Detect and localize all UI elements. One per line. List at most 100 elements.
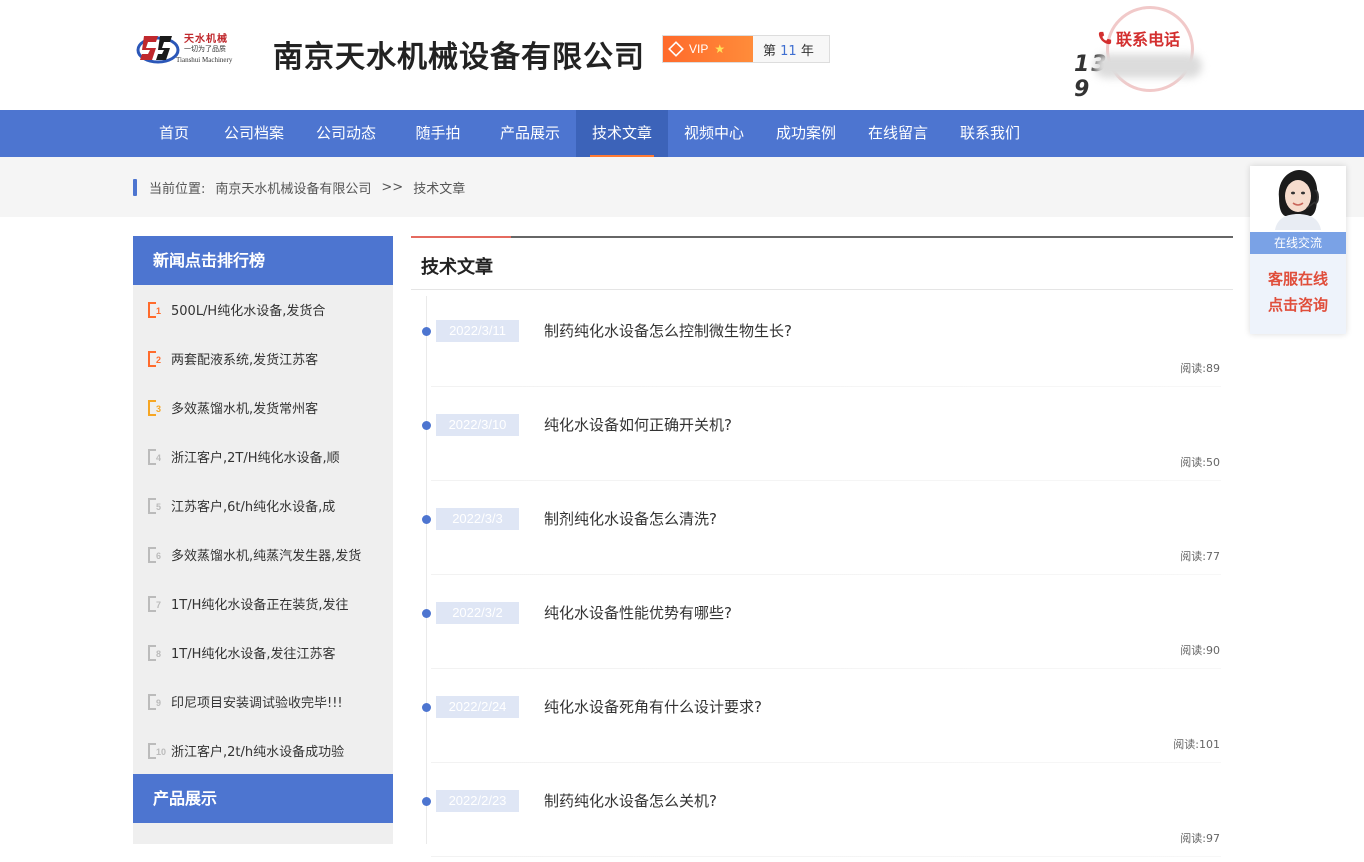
contact-phone-block: 联系电话 13 9: [1074, 6, 1224, 102]
rank-number: 9: [156, 697, 162, 708]
rank-bracket-icon: [148, 301, 156, 318]
article-date: 2022/3/11: [436, 320, 519, 342]
logo-chinese-text: 天水机械: [184, 34, 228, 45]
diamond-icon: [668, 41, 684, 57]
article-list-title: 技术文章: [421, 257, 493, 278]
rank-number: 3: [156, 403, 162, 414]
nav-item-snapshots[interactable]: 随手拍: [392, 110, 484, 157]
vip-years-number: 11: [780, 43, 797, 59]
rank-number-badge: 3: [148, 399, 168, 416]
service-cta-line1: 客服在线: [1267, 270, 1328, 288]
breadcrumb-separator: >>: [381, 179, 404, 195]
nav-item-video-center[interactable]: 视频中心: [668, 110, 760, 157]
nav-item-products[interactable]: 产品展示: [484, 110, 576, 157]
service-consult-button[interactable]: 客服在线 点击咨询: [1250, 254, 1346, 334]
rank-number: 4: [156, 452, 162, 463]
timeline-dot: [422, 703, 431, 712]
rank-number: 8: [156, 648, 162, 659]
nav-item-contact-us[interactable]: 联系我们: [944, 110, 1036, 157]
read-count-value: 50: [1206, 456, 1220, 469]
company-logo[interactable]: 天水机械 一切为了品质 Tianshui Machinery: [136, 26, 246, 70]
timeline-dot: [422, 797, 431, 806]
article-divider: [431, 668, 1221, 669]
timeline-dot: [422, 515, 431, 524]
rank-bracket-icon: [148, 693, 156, 710]
service-label: 在线交流: [1250, 232, 1346, 254]
company-name: 南京天水机械设备有限公司: [273, 40, 645, 75]
article-read-count: 阅读:101: [1173, 736, 1220, 752]
article-date: 2022/3/3: [436, 508, 519, 530]
phone-icon: [1098, 31, 1112, 45]
rank-number-badge: 2: [148, 350, 168, 367]
rank-item[interactable]: 6 多效蒸馏水机,纯蒸汽发生器,发货: [133, 530, 393, 579]
article-read-count: 阅读:77: [1180, 548, 1220, 564]
vip-badge: VIP ★ 第 11 年: [662, 35, 830, 63]
rank-number-badge: 7: [148, 595, 168, 612]
rank-bracket-icon: [148, 742, 156, 759]
news-rank-list: 1 500L/H纯化水设备,发货合 2 两套配液系统,发货江苏客 3 多效蒸馏水机,发货常…: [133, 285, 393, 775]
breadcrumb: 当前位置: 南京天水机械设备有限公司 >> 技术文章: [133, 178, 475, 197]
article-title-link[interactable]: 纯化水设备如何正确开关机?: [544, 414, 732, 435]
article-date: 2022/3/10: [436, 414, 519, 436]
vip-years: 第 11 年: [753, 40, 814, 59]
rank-number-badge: 6: [148, 546, 168, 563]
rank-item-title: 1T/H纯化水设备,发往江苏客: [171, 647, 336, 662]
read-count-value: 90: [1206, 644, 1220, 657]
read-count-label: 阅读:: [1173, 738, 1199, 751]
rank-bracket-icon: [148, 350, 156, 367]
nav-item-company-news[interactable]: 公司动态: [300, 110, 392, 157]
article-date: 2022/3/2: [436, 602, 519, 624]
article-item: 2022/2/23 制药纯化水设备怎么关机? 阅读:97: [411, 768, 1233, 862]
title-divider: [411, 289, 1233, 290]
read-count-label: 阅读:: [1180, 644, 1206, 657]
rank-number: 10: [156, 746, 167, 757]
rank-number: 2: [156, 354, 162, 365]
article-title-link[interactable]: 纯化水设备死角有什么设计要求?: [544, 696, 762, 717]
rank-item[interactable]: 8 1T/H纯化水设备,发往江苏客: [133, 628, 393, 677]
contact-title-text: 联系电话: [1116, 30, 1181, 49]
rank-number: 6: [156, 550, 162, 561]
main-nav-items: 首页 公司档案 公司动态 随手拍 产品展示 技术文章 视频中心 成功案例 在线留言 联系我们: [140, 110, 1036, 157]
breadcrumb-marker: [133, 178, 137, 196]
rank-bracket-icon: [148, 644, 156, 661]
rank-item[interactable]: 7 1T/H纯化水设备正在装货,发往: [133, 579, 393, 628]
breadcrumb-home-link[interactable]: 南京天水机械设备有限公司: [215, 178, 371, 197]
nav-item-company-profile[interactable]: 公司档案: [208, 110, 300, 157]
rank-number: 5: [156, 501, 162, 512]
nav-item-home[interactable]: 首页: [140, 110, 208, 157]
article-date: 2022/2/24: [436, 696, 519, 718]
article-divider: [431, 856, 1221, 857]
rank-item[interactable]: 4 浙江客户,2T/H纯化水设备,顺: [133, 432, 393, 481]
rank-bracket-icon: [148, 399, 156, 416]
product-section-title[interactable]: 产品展示: [133, 774, 393, 823]
rank-item[interactable]: 5 江苏客户,6t/h纯化水设备,成: [133, 481, 393, 530]
article-title-link[interactable]: 制药纯化水设备怎么关机?: [544, 790, 717, 811]
rank-bracket-icon: [148, 546, 156, 563]
nav-item-success-cases[interactable]: 成功案例: [760, 110, 852, 157]
article-title-link[interactable]: 制剂纯化水设备怎么清洗?: [544, 508, 717, 529]
rank-item[interactable]: 10 浙江客户,2t/h纯水设备成功验: [133, 726, 393, 775]
rank-bracket-icon: [148, 448, 156, 465]
article-title-link[interactable]: 制药纯化水设备怎么控制微生物生长?: [544, 320, 792, 341]
article-divider: [431, 574, 1221, 575]
rank-item[interactable]: 2 两套配液系统,发货江苏客: [133, 334, 393, 383]
rank-item-title: 浙江客户,2T/H纯化水设备,顺: [171, 451, 340, 466]
online-service-widget[interactable]: 在线交流 客服在线 点击咨询: [1250, 166, 1346, 334]
star-icon: ★: [714, 42, 726, 56]
rank-item-title: 两套配液系统,发货江苏客: [171, 353, 319, 368]
nav-item-online-message[interactable]: 在线留言: [852, 110, 944, 157]
rank-number: 7: [156, 599, 162, 610]
rank-item[interactable]: 9 印尼项目安装调试验收完毕!!!: [133, 677, 393, 726]
article-title-link[interactable]: 纯化水设备性能优势有哪些?: [544, 602, 732, 623]
rank-item[interactable]: 3 多效蒸馏水机,发货常州客: [133, 383, 393, 432]
rank-item[interactable]: 1 500L/H纯化水设备,发货合: [133, 285, 393, 334]
vip-label-area: VIP ★: [663, 36, 753, 62]
rank-number: 1: [156, 305, 162, 316]
rank-number-badge: 9: [148, 693, 168, 710]
read-count-label: 阅读:: [1180, 362, 1206, 375]
article-item: 2022/3/2 纯化水设备性能优势有哪些? 阅读:90: [411, 580, 1233, 674]
article-item: 2022/3/10 纯化水设备如何正确开关机? 阅读:50: [411, 392, 1233, 486]
article-list-panel: 技术文章 2022/3/11 制药纯化水设备怎么控制微生物生长? 阅读:89 2022…: [411, 236, 1233, 857]
article-read-count: 阅读:50: [1180, 454, 1220, 470]
nav-item-tech-articles[interactable]: 技术文章: [576, 110, 668, 157]
